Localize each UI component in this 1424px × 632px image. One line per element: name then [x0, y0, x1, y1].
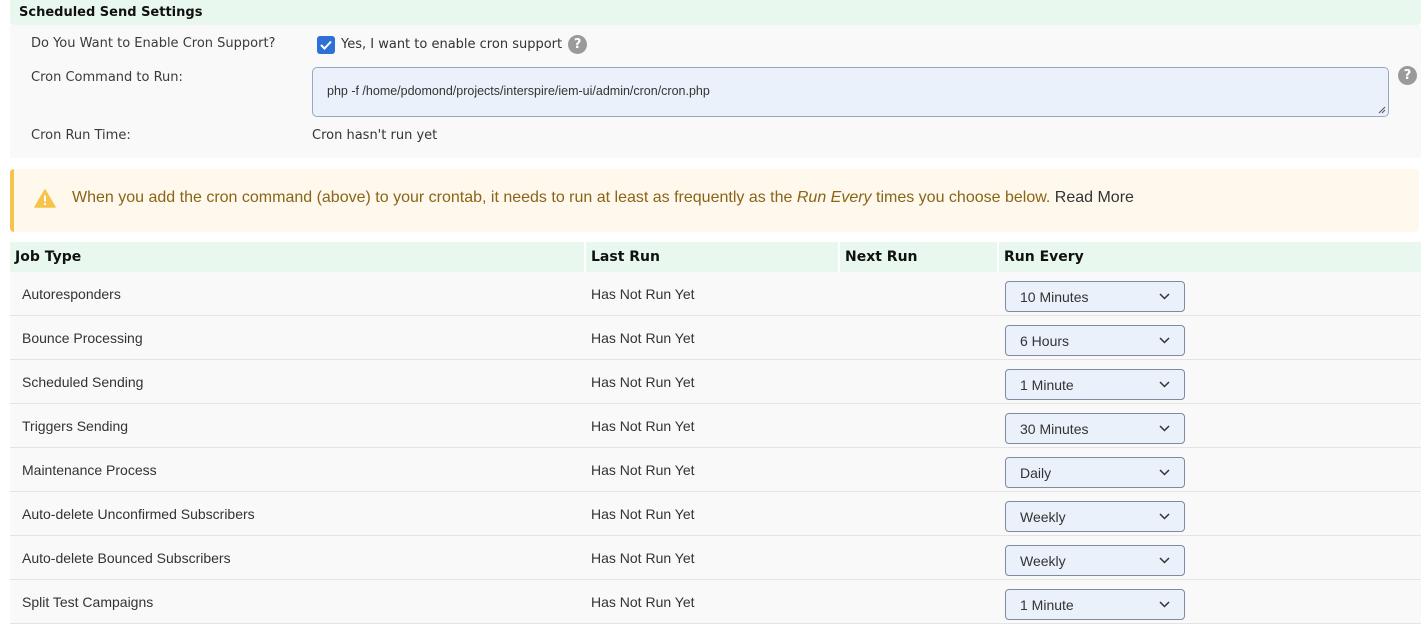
chevron-down-icon: [1159, 601, 1170, 608]
enable-cron-option: Yes, I want to enable cron support ?: [317, 35, 588, 54]
read-more-link[interactable]: Read More: [1055, 189, 1134, 206]
run-every-value: 10 Minutes: [1020, 289, 1089, 305]
column-header-run-every: Run Every: [999, 242, 1421, 272]
last-run-cell: Has Not Run Yet: [591, 286, 695, 302]
chevron-down-icon: [1159, 469, 1170, 476]
run-every-value: Weekly: [1020, 553, 1066, 569]
job-type-cell: Bounce Processing: [22, 330, 143, 346]
cron-command-value: php -f /home/pdomond/projects/interspire…: [327, 84, 710, 98]
chevron-down-icon: [1159, 557, 1170, 564]
last-run-cell: Has Not Run Yet: [591, 594, 695, 610]
column-header-next-run: Next Run: [840, 242, 997, 272]
cron-run-time-value: Cron hasn't run yet: [312, 128, 438, 143]
last-run-cell: Has Not Run Yet: [591, 330, 695, 346]
run-every-select[interactable]: 1 Minute: [1005, 589, 1185, 620]
table-row: Auto-delete Unconfirmed Subscribers Has N…: [10, 492, 1421, 536]
table-row: Triggers Sending Has Not Run Yet 30 Minute…: [10, 404, 1421, 448]
section-header: Scheduled Send Settings: [10, 0, 1421, 25]
checkmark-icon: [320, 40, 332, 50]
run-every-value: Weekly: [1020, 509, 1066, 525]
cron-run-time-label: Cron Run Time:: [31, 128, 131, 143]
last-run-cell: Has Not Run Yet: [591, 462, 695, 478]
run-every-select[interactable]: 1 Minute: [1005, 369, 1185, 400]
job-type-cell: Autoresponders: [22, 286, 121, 302]
resize-grip-icon[interactable]: [1377, 105, 1386, 114]
run-every-select[interactable]: Weekly: [1005, 501, 1185, 532]
run-every-select[interactable]: 30 Minutes: [1005, 413, 1185, 444]
cron-warning-alert: When you add the cron command (above) to…: [10, 169, 1419, 232]
run-every-select[interactable]: Daily: [1005, 457, 1185, 488]
job-type-cell: Split Test Campaigns: [22, 594, 154, 610]
table-row: Autoresponders Has Not Run Yet 10 Minutes: [10, 272, 1421, 316]
warning-triangle-icon: [34, 189, 56, 208]
chevron-down-icon: [1159, 381, 1170, 388]
cron-settings-panel: Do You Want to Enable Cron Support? Yes,…: [10, 25, 1421, 158]
table-row: Split Test Campaigns Has Not Run Yet 1 Min…: [10, 580, 1421, 624]
table-row: Scheduled Sending Has Not Run Yet 1 Minute: [10, 360, 1421, 404]
chevron-down-icon: [1159, 337, 1170, 344]
run-every-value: 1 Minute: [1020, 597, 1074, 613]
question-circle-icon[interactable]: ?: [1398, 66, 1417, 85]
warning-text: When you add the cron command (above) to…: [72, 189, 1134, 206]
last-run-cell: Has Not Run Yet: [591, 374, 695, 390]
table-row: Maintenance Process Has Not Run Yet Daily: [10, 448, 1421, 492]
job-type-cell: Maintenance Process: [22, 462, 157, 478]
column-header-last-run: Last Run: [586, 242, 838, 272]
question-circle-icon[interactable]: ?: [568, 35, 588, 54]
last-run-cell: Has Not Run Yet: [591, 418, 695, 434]
job-type-cell: Triggers Sending: [22, 418, 129, 434]
run-every-select[interactable]: Weekly: [1005, 545, 1185, 576]
table-row: Bounce Processing Has Not Run Yet 6 Hours: [10, 316, 1421, 360]
chevron-down-icon: [1159, 513, 1170, 520]
last-run-cell: Has Not Run Yet: [591, 506, 695, 522]
jobs-table-header: Job Type Last Run Next Run Run Every: [10, 242, 1421, 272]
cron-command-label: Cron Command to Run:: [31, 70, 183, 85]
job-type-cell: Auto-delete Unconfirmed Subscribers: [22, 506, 255, 522]
run-every-emphasis: Run Every: [796, 189, 872, 206]
run-every-select[interactable]: 10 Minutes: [1005, 281, 1185, 312]
run-every-select[interactable]: 6 Hours: [1005, 325, 1185, 356]
enable-cron-checkbox-label[interactable]: Yes, I want to enable cron support: [341, 37, 562, 52]
enable-cron-checkbox[interactable]: [317, 35, 335, 54]
chevron-down-icon: [1159, 425, 1170, 432]
section-title: Scheduled Send Settings: [19, 5, 203, 20]
job-type-cell: Scheduled Sending: [22, 374, 144, 390]
job-type-cell: Auto-delete Bounced Subscribers: [22, 550, 231, 566]
run-every-value: 6 Hours: [1020, 333, 1070, 349]
column-header-job-type: Job Type: [10, 242, 584, 272]
jobs-table-body: Autoresponders Has Not Run Yet 10 Minutes B…: [10, 272, 1421, 624]
cron-command-textarea[interactable]: php -f /home/pdomond/projects/interspire…: [312, 67, 1389, 117]
last-run-cell: Has Not Run Yet: [591, 550, 695, 566]
run-every-value: 1 Minute: [1020, 377, 1074, 393]
table-row: Auto-delete Bounced Subscribers Has Not R…: [10, 536, 1421, 580]
run-every-value: 30 Minutes: [1020, 421, 1089, 437]
chevron-down-icon: [1159, 293, 1170, 300]
run-every-value: Daily: [1020, 465, 1052, 481]
enable-cron-label: Do You Want to Enable Cron Support?: [31, 36, 276, 51]
